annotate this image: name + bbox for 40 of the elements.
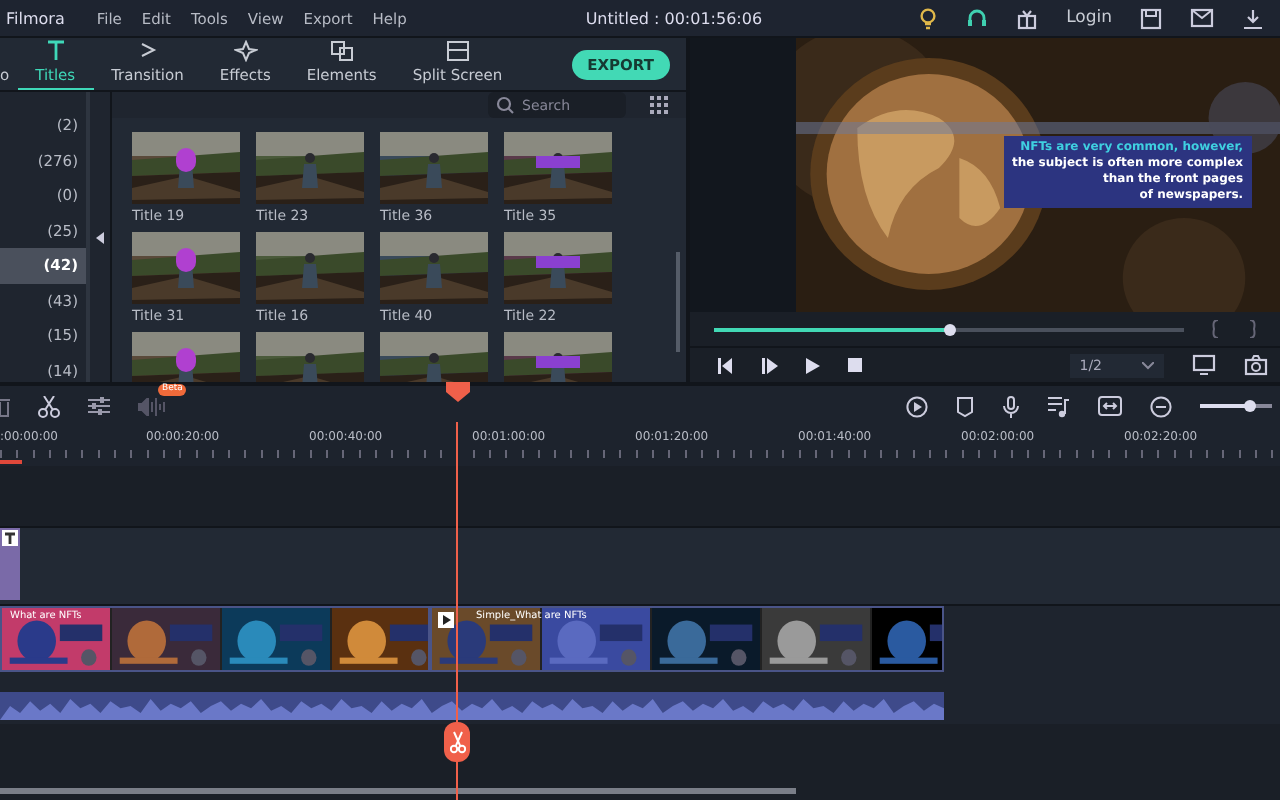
lightbulb-icon[interactable]	[918, 6, 939, 30]
render-preview-icon[interactable]	[906, 395, 928, 417]
play-icon	[438, 612, 454, 628]
text-icon	[2, 530, 18, 546]
mail-icon[interactable]	[1190, 8, 1214, 28]
next-frame-icon[interactable]	[762, 357, 778, 373]
marker-icon[interactable]	[956, 395, 974, 417]
gift-icon[interactable]	[1016, 7, 1039, 29]
sparkle-icon[interactable]	[233, 40, 258, 62]
zoom-slider-handle[interactable]	[1244, 399, 1257, 412]
text-icon[interactable]	[43, 40, 68, 62]
headset-icon[interactable]	[966, 7, 989, 29]
play-icon[interactable]	[806, 357, 820, 373]
app-name: Filmora	[6, 9, 65, 27]
scrollbar-thumb[interactable]	[0, 788, 796, 794]
layers-icon[interactable]	[329, 40, 354, 62]
fit-icon[interactable]	[1098, 396, 1122, 416]
collapse-arrow-icon[interactable]	[95, 231, 105, 243]
search-icon[interactable]	[488, 92, 518, 118]
previous-frame-icon[interactable]	[718, 357, 734, 373]
save-icon[interactable]	[1140, 7, 1162, 29]
monitor-icon[interactable]	[1192, 354, 1216, 376]
trash-icon[interactable]	[0, 395, 10, 417]
scissors-icon[interactable]	[38, 395, 60, 417]
split-button[interactable]	[444, 722, 470, 762]
playhead-handle[interactable]	[943, 323, 955, 335]
adjust-icon[interactable]	[88, 396, 110, 416]
mark-out-icon[interactable]	[1248, 320, 1256, 338]
login-link[interactable]: Login	[1066, 8, 1112, 28]
download-icon[interactable]	[1242, 7, 1264, 29]
microphone-icon[interactable]	[1002, 395, 1020, 417]
chevron-down-icon[interactable]	[1142, 361, 1154, 369]
split-screen-icon[interactable]	[445, 40, 470, 62]
zoom-out-icon[interactable]	[1150, 395, 1172, 417]
title-clip[interactable]	[0, 528, 20, 600]
mark-in-icon[interactable]	[1212, 320, 1220, 338]
music-list-icon[interactable]	[1048, 395, 1070, 417]
project-title: Untitled : 00:01:56:06	[585, 9, 763, 27]
camera-icon[interactable]	[1244, 354, 1268, 376]
grid-view-icon[interactable]	[650, 96, 668, 114]
